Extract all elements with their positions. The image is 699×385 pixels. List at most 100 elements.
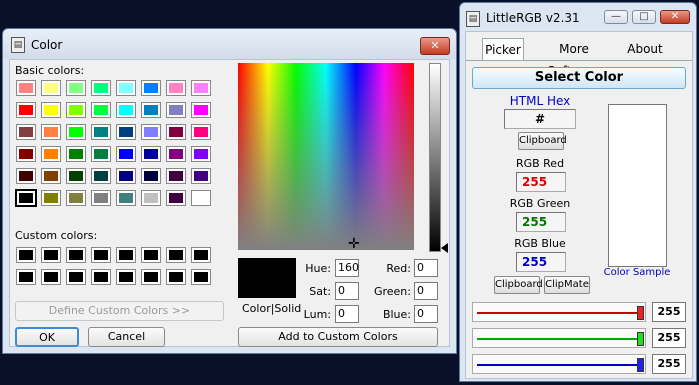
basic-color-swatch[interactable] <box>15 189 37 207</box>
basic-color-swatch[interactable] <box>66 102 86 118</box>
custom-color-swatch[interactable] <box>141 247 161 263</box>
basic-color-swatch[interactable] <box>91 80 111 96</box>
basic-color-swatch[interactable] <box>191 124 211 140</box>
littlergb-close-button[interactable]: ✕ <box>660 10 690 24</box>
rgb-blue-field[interactable]: 255 <box>516 252 566 272</box>
tab-picker[interactable]: Picker <box>482 38 524 60</box>
basic-color-swatch[interactable] <box>166 190 186 206</box>
basic-color-swatch[interactable] <box>141 190 161 206</box>
custom-colors-label: Custom colors: <box>15 229 98 242</box>
basic-color-swatch[interactable] <box>66 168 86 184</box>
red-slider[interactable] <box>472 302 646 322</box>
rgb-red-field[interactable]: 255 <box>516 172 566 192</box>
basic-color-swatch[interactable] <box>191 168 211 184</box>
basic-color-swatch[interactable] <box>91 102 111 118</box>
littlergb-title: LittleRGB v2.31 <box>486 11 580 25</box>
basic-color-swatch[interactable] <box>141 102 161 118</box>
basic-color-swatch[interactable] <box>16 168 36 184</box>
lum-field[interactable]: 0 <box>335 305 359 323</box>
basic-color-swatch[interactable] <box>41 102 61 118</box>
basic-color-swatch[interactable] <box>116 168 136 184</box>
basic-color-swatch[interactable] <box>191 80 211 96</box>
basic-color-swatch[interactable] <box>41 168 61 184</box>
custom-color-swatch[interactable] <box>191 269 211 285</box>
basic-color-swatch[interactable] <box>41 80 61 96</box>
custom-color-swatch[interactable] <box>41 269 61 285</box>
html-hex-field[interactable]: # <box>504 109 576 129</box>
basic-color-swatch[interactable] <box>116 102 136 118</box>
basic-color-swatch[interactable] <box>116 80 136 96</box>
basic-color-swatch[interactable] <box>41 190 61 206</box>
basic-color-swatch[interactable] <box>91 124 111 140</box>
basic-color-swatch[interactable] <box>16 102 36 118</box>
custom-color-swatch[interactable] <box>66 269 86 285</box>
add-custom-colors-button[interactable]: Add to Custom Colors <box>238 327 438 347</box>
basic-color-swatch[interactable] <box>66 124 86 140</box>
color-titlebar[interactable]: ▤ Color ✕ <box>3 29 456 59</box>
basic-color-swatch[interactable] <box>41 146 61 162</box>
custom-color-swatch[interactable] <box>166 247 186 263</box>
basic-color-swatch[interactable] <box>41 124 61 140</box>
rgb-green-field[interactable]: 255 <box>516 212 566 232</box>
basic-color-swatch[interactable] <box>16 124 36 140</box>
custom-color-swatch[interactable] <box>91 247 111 263</box>
custom-color-swatch[interactable] <box>16 247 36 263</box>
red-field[interactable]: 0 <box>414 259 438 277</box>
minimize-button[interactable]: — <box>604 10 628 24</box>
blue-slider[interactable] <box>472 354 646 374</box>
basic-color-swatch[interactable] <box>141 146 161 162</box>
basic-color-swatch[interactable] <box>141 80 161 96</box>
basic-color-swatch[interactable] <box>141 168 161 184</box>
basic-color-swatch[interactable] <box>191 146 211 162</box>
tab-more-software[interactable]: More Software <box>534 38 614 78</box>
maximize-button[interactable]: □ <box>632 10 656 24</box>
custom-color-swatch[interactable] <box>116 247 136 263</box>
blue-slider-thumb[interactable] <box>637 358 644 372</box>
green-slider-thumb[interactable] <box>637 332 644 346</box>
basic-color-swatch[interactable] <box>91 190 111 206</box>
clipboard-button-2[interactable]: Clipboard <box>494 276 543 294</box>
basic-color-swatch[interactable] <box>166 102 186 118</box>
basic-color-swatch[interactable] <box>16 146 36 162</box>
sat-field[interactable]: 0 <box>335 282 359 300</box>
custom-color-swatch[interactable] <box>16 269 36 285</box>
custom-color-swatch[interactable] <box>166 269 186 285</box>
basic-color-swatch[interactable] <box>116 124 136 140</box>
basic-color-swatch[interactable] <box>166 168 186 184</box>
custom-color-swatch[interactable] <box>191 247 211 263</box>
clipmate-button[interactable]: ClipMate <box>544 276 590 294</box>
basic-color-swatch[interactable] <box>66 80 86 96</box>
tab-about[interactable]: About <box>622 38 668 60</box>
basic-color-swatch[interactable] <box>116 146 136 162</box>
basic-color-swatch[interactable] <box>116 190 136 206</box>
green-slider[interactable] <box>472 328 646 348</box>
luminosity-bar[interactable] <box>429 63 441 252</box>
custom-color-swatch[interactable] <box>66 247 86 263</box>
custom-color-swatch[interactable] <box>141 269 161 285</box>
close-button[interactable]: ✕ <box>420 37 450 55</box>
basic-color-swatch[interactable] <box>166 80 186 96</box>
basic-color-swatch[interactable] <box>91 146 111 162</box>
ok-button[interactable]: OK <box>15 327 79 347</box>
basic-color-swatch[interactable] <box>141 124 161 140</box>
custom-color-swatch[interactable] <box>91 269 111 285</box>
custom-color-swatch[interactable] <box>116 269 136 285</box>
clipboard-button[interactable]: Clipboard <box>518 132 567 150</box>
basic-color-swatch[interactable] <box>16 80 36 96</box>
blue-field[interactable]: 0 <box>414 305 438 323</box>
cancel-button[interactable]: Cancel <box>88 327 165 347</box>
basic-color-swatch[interactable] <box>166 124 186 140</box>
basic-color-swatch[interactable] <box>191 190 211 206</box>
basic-color-swatch[interactable] <box>91 168 111 184</box>
basic-color-swatch[interactable] <box>166 146 186 162</box>
sat-label: Sat: <box>309 285 331 298</box>
basic-color-swatch[interactable] <box>66 146 86 162</box>
hue-field[interactable]: 160 <box>335 259 359 277</box>
basic-color-swatch[interactable] <box>191 102 211 118</box>
color-spectrum[interactable] <box>238 63 414 250</box>
red-slider-thumb[interactable] <box>637 306 644 320</box>
custom-color-swatch[interactable] <box>41 247 61 263</box>
luminosity-arrow-icon[interactable] <box>441 243 448 253</box>
green-field[interactable]: 0 <box>414 282 438 300</box>
basic-color-swatch[interactable] <box>66 190 86 206</box>
